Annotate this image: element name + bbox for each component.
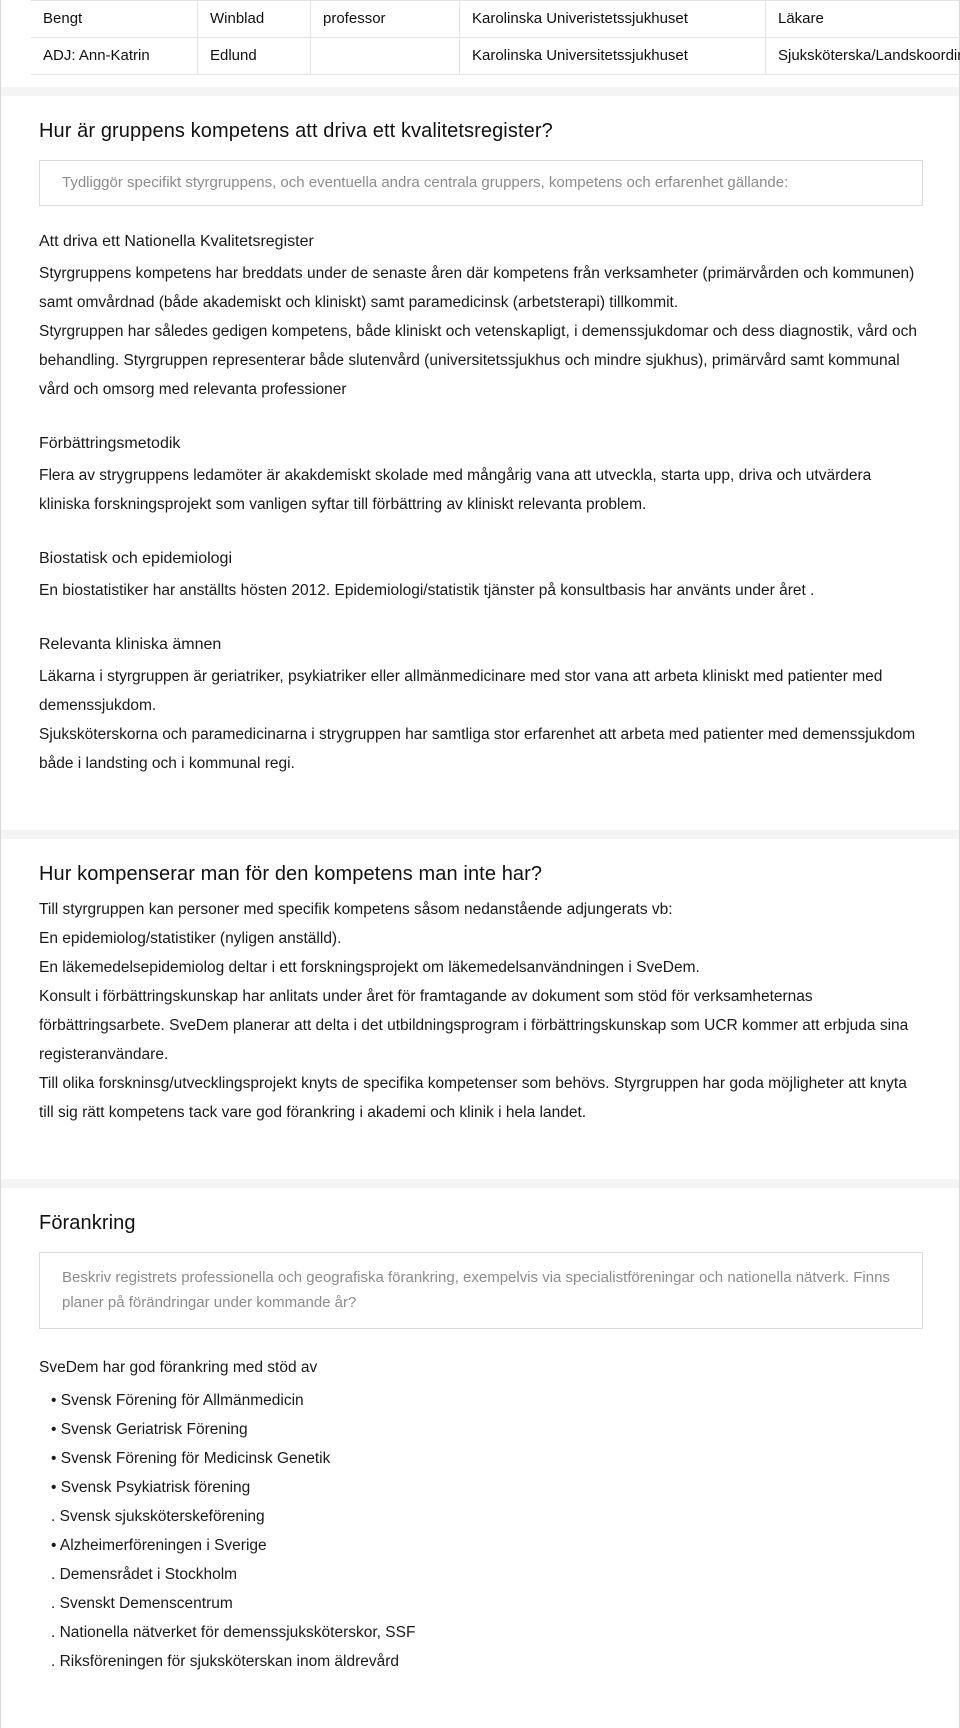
competence-paragraph: Sjuksköterskorna och paramedicinarna i s… bbox=[39, 720, 919, 778]
section-anchoring: Förankring Beskriv registrets profession… bbox=[0, 1188, 960, 1728]
subheading-biostatistics: Biostatisk och epidemiologi bbox=[39, 547, 929, 570]
competence-paragraph: Styrgruppen har således gedigen kompeten… bbox=[39, 317, 919, 404]
member-last-name: Edlund bbox=[198, 38, 311, 75]
compensation-line: Till olika forskninsg/utvecklingsprojekt… bbox=[39, 1069, 919, 1127]
member-organisation: Karolinska Universitetssjukhuset bbox=[460, 38, 766, 75]
compensation-line: En epidemiolog/statistiker (nyligen anst… bbox=[39, 924, 919, 953]
anchoring-organisations-list: • Svensk Förening för Allmänmedicin • Sv… bbox=[39, 1386, 929, 1676]
compensation-line: Konsult i förbättringskunskap har anlita… bbox=[39, 982, 919, 1069]
list-item: . Demensrådet i Stockholm bbox=[39, 1560, 929, 1589]
compensation-answer: Till styrgruppen kan personer med specif… bbox=[39, 895, 929, 1127]
section-bottom-space bbox=[39, 1676, 929, 1702]
section-divider bbox=[0, 87, 960, 96]
list-item: . Nationella nätverket för demenssjukskö… bbox=[39, 1618, 929, 1647]
competence-paragraph: Styrgruppens kompetens har breddats unde… bbox=[39, 259, 919, 317]
member-role: Sjuksköterska/Landskoordinator bbox=[766, 38, 960, 75]
section-divider bbox=[0, 1179, 960, 1188]
list-item: • Alzheimerföreningen i Sverige bbox=[39, 1531, 929, 1560]
section-bottom-space bbox=[39, 778, 929, 804]
competence-paragraph: Flera av strygruppens ledamöter är akakd… bbox=[39, 461, 919, 519]
section-bottom-space bbox=[39, 1127, 929, 1153]
member-first-name: Bengt bbox=[31, 1, 198, 38]
subheading-national-register: Att driva ett Nationella Kvalitetsregist… bbox=[39, 230, 929, 253]
competence-paragraph: Läkarna i styrgruppen är geriatriker, ps… bbox=[39, 662, 919, 720]
list-item: • Svensk Psykiatrisk förening bbox=[39, 1473, 929, 1502]
list-item: • Svensk Geriatrisk Förening bbox=[39, 1415, 929, 1444]
competence-paragraph: En biostatistiker har anställts hösten 2… bbox=[39, 576, 919, 605]
list-item: . Svensk sjuksköterskeförening bbox=[39, 1502, 929, 1531]
list-item: • Svensk Förening för Allmänmedicin bbox=[39, 1386, 929, 1415]
members-table-block: Bengt Winblad professor Karolinska Unive… bbox=[0, 0, 960, 87]
member-role: Läkare bbox=[766, 1, 960, 38]
competence-hint-box: Tydliggör specifikt styrgruppens, och ev… bbox=[39, 160, 923, 206]
member-title bbox=[311, 38, 460, 75]
compensation-line: Till styrgruppen kan personer med specif… bbox=[39, 895, 919, 924]
member-title: professor bbox=[311, 1, 460, 38]
section-divider bbox=[0, 830, 960, 839]
compensation-line: En läkemedelsepidemiolog deltar i ett fo… bbox=[39, 953, 919, 982]
list-item: • Svensk Förening för Medicinsk Genetik bbox=[39, 1444, 929, 1473]
section-competence: Hur är gruppens kompetens att driva ett … bbox=[0, 96, 960, 830]
table-row: ADJ: Ann-Katrin Edlund Karolinska Univer… bbox=[31, 38, 960, 75]
page-title: Hur är gruppens kompetens att driva ett … bbox=[39, 118, 929, 144]
page-title: Förankring bbox=[39, 1210, 929, 1236]
document-page: Bengt Winblad professor Karolinska Unive… bbox=[0, 0, 960, 1728]
members-table-body: Bengt Winblad professor Karolinska Unive… bbox=[31, 1, 960, 75]
steering-group-members-table: Bengt Winblad professor Karolinska Unive… bbox=[31, 0, 960, 75]
subheading-clinical-subjects: Relevanta kliniska ämnen bbox=[39, 633, 929, 656]
list-item: . Svenskt Demenscentrum bbox=[39, 1589, 929, 1618]
subheading-improvement-methodology: Förbättringsmetodik bbox=[39, 432, 929, 455]
member-last-name: Winblad bbox=[198, 1, 311, 38]
anchoring-hint-box: Beskriv registrets professionella och ge… bbox=[39, 1252, 923, 1329]
table-row: Bengt Winblad professor Karolinska Unive… bbox=[31, 1, 960, 38]
member-organisation: Karolinska Univeristetssjukhuset bbox=[460, 1, 766, 38]
anchoring-lead-text: SveDem har god förankring med stöd av bbox=[39, 1353, 929, 1382]
page-title: Hur kompenserar man för den kompetens ma… bbox=[39, 861, 929, 887]
list-item: . Riksföreningen för sjuksköterskan inom… bbox=[39, 1647, 929, 1676]
member-first-name: ADJ: Ann-Katrin bbox=[31, 38, 198, 75]
section-compensation: Hur kompenserar man för den kompetens ma… bbox=[0, 839, 960, 1179]
